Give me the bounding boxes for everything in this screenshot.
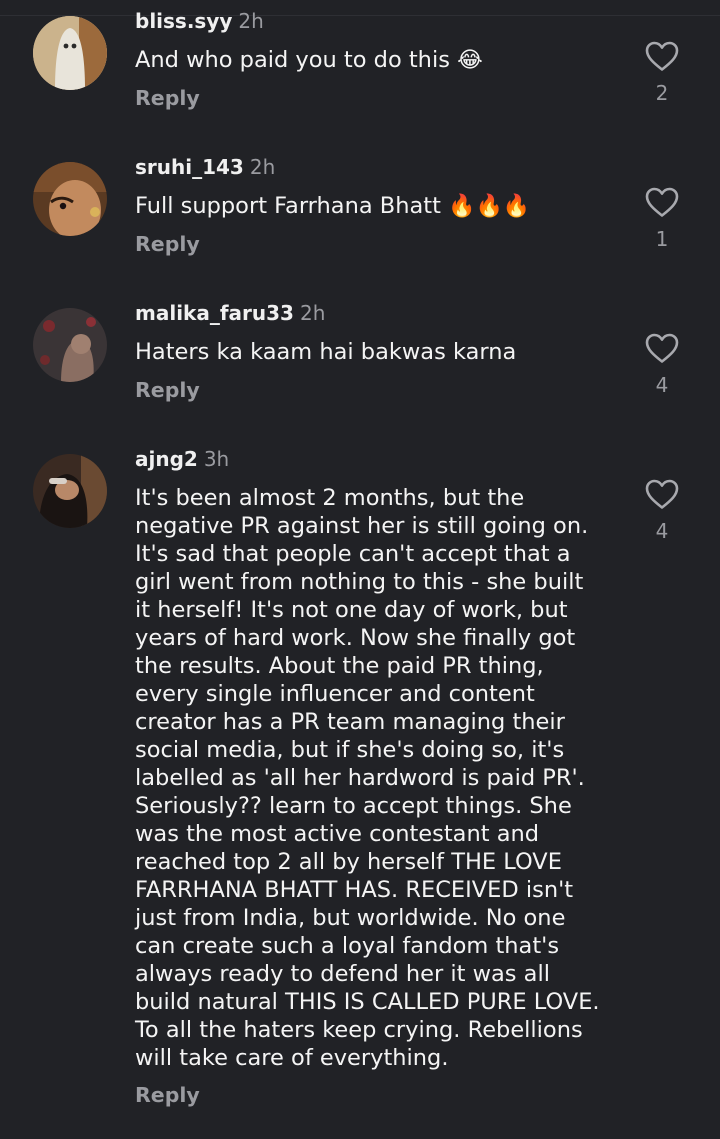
like-count: 2 bbox=[655, 81, 669, 105]
heart-outline-icon[interactable] bbox=[642, 186, 682, 218]
comment-text: And who paid you to do this 😂 bbox=[135, 46, 615, 75]
avatar[interactable] bbox=[33, 162, 107, 236]
comment-text: It's been almost 2 months, but the negat… bbox=[135, 485, 600, 1071]
reply-button[interactable]: Reply bbox=[135, 378, 200, 402]
comment-meta: bliss.syy 2h bbox=[135, 9, 264, 33]
comment-meta: malika_faru33 2h bbox=[135, 301, 325, 325]
heart-outline-icon[interactable] bbox=[642, 478, 682, 510]
laughing-emoji: 😂 bbox=[457, 48, 483, 73]
username[interactable]: ajng2 bbox=[135, 447, 198, 471]
divider bbox=[0, 15, 720, 16]
avatar[interactable] bbox=[33, 16, 107, 90]
comment-body: And who paid you to do this bbox=[135, 47, 450, 73]
comment-body: Full support Farrhana Bhatt bbox=[135, 193, 441, 219]
like-control: 2 bbox=[642, 40, 682, 105]
username[interactable]: bliss.syy bbox=[135, 9, 232, 33]
timestamp: 2h bbox=[299, 301, 326, 325]
fire-emoji: 🔥🔥🔥 bbox=[448, 194, 531, 219]
heart-outline-icon[interactable] bbox=[642, 40, 682, 72]
comment-meta: ajng2 3h bbox=[135, 447, 229, 471]
heart-outline-icon[interactable] bbox=[642, 332, 682, 364]
like-count: 1 bbox=[655, 227, 669, 251]
timestamp: 2h bbox=[249, 155, 276, 179]
timestamp: 3h bbox=[203, 447, 230, 471]
like-count: 4 bbox=[655, 519, 669, 543]
comment-text: Haters ka kaam hai bakwas karna bbox=[135, 339, 517, 365]
reply-button[interactable]: Reply bbox=[135, 86, 200, 110]
like-control: 4 bbox=[642, 332, 682, 397]
avatar[interactable] bbox=[33, 454, 107, 528]
like-control: 1 bbox=[642, 186, 682, 251]
timestamp: 2h bbox=[238, 9, 264, 33]
reply-button[interactable]: Reply bbox=[135, 232, 200, 256]
username[interactable]: malika_faru33 bbox=[135, 301, 294, 325]
reply-button[interactable]: Reply bbox=[135, 1083, 200, 1107]
avatar[interactable] bbox=[33, 308, 107, 382]
like-count: 4 bbox=[655, 373, 669, 397]
comment-meta: sruhi_143 2h bbox=[135, 155, 275, 179]
like-control: 4 bbox=[642, 478, 682, 543]
comment-text: Full support Farrhana Bhatt 🔥🔥🔥 bbox=[135, 192, 615, 221]
username[interactable]: sruhi_143 bbox=[135, 155, 244, 179]
